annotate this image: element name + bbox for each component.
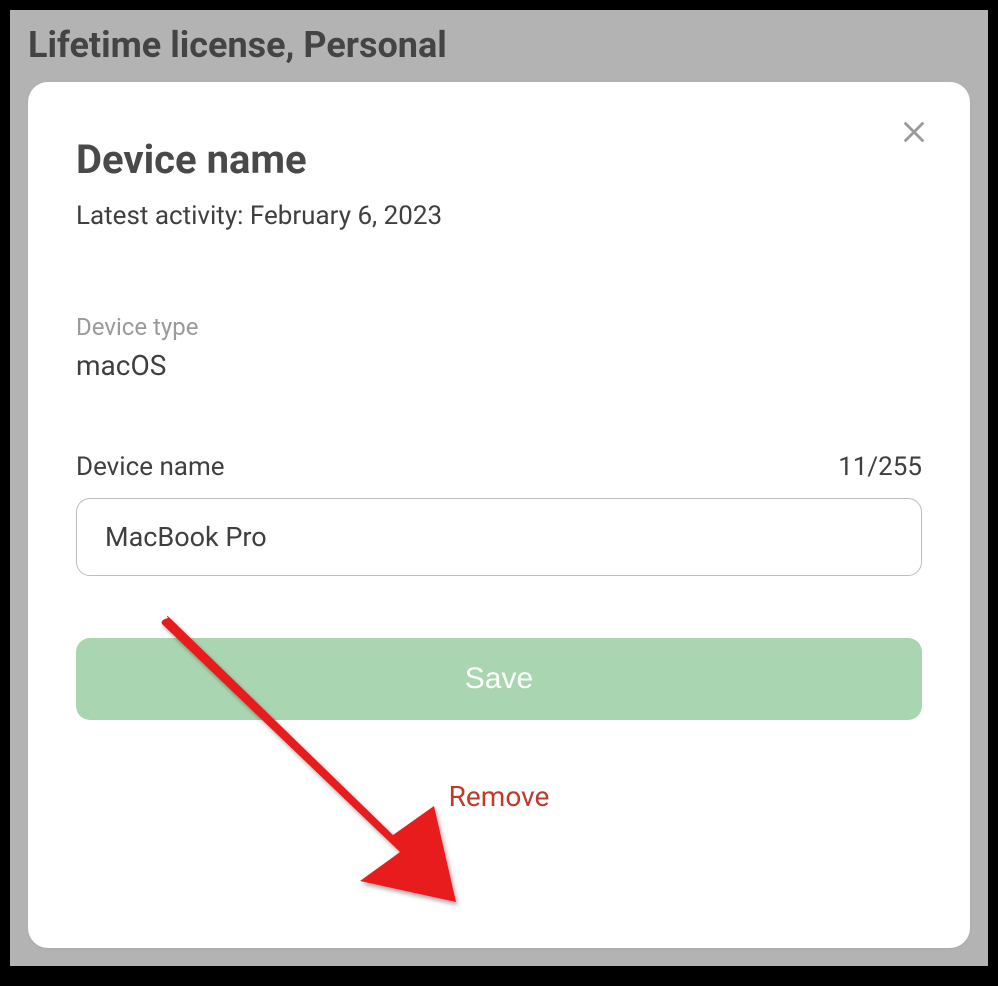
close-button[interactable] (896, 114, 932, 150)
modal-title: Device name (76, 136, 922, 183)
activity-date: February 6, 2023 (250, 201, 442, 231)
page-title: Lifetime license, Personal (10, 10, 988, 66)
char-count: 11/255 (838, 452, 922, 482)
device-type-label: Device type (76, 313, 922, 341)
device-name-input[interactable] (76, 498, 922, 576)
device-name-label: Device name (76, 452, 225, 482)
close-icon (900, 118, 928, 146)
latest-activity: Latest activity: February 6, 2023 (76, 201, 922, 231)
device-name-label-row: Device name 11/255 (76, 452, 922, 482)
page-backdrop: Lifetime license, Personal Device name L… (10, 10, 988, 966)
activity-prefix: Latest activity: (76, 201, 250, 231)
device-edit-modal: Device name Latest activity: February 6,… (28, 82, 970, 948)
device-type-value: macOS (76, 349, 922, 382)
save-button[interactable]: Save (76, 638, 922, 720)
remove-button[interactable]: Remove (76, 780, 922, 813)
